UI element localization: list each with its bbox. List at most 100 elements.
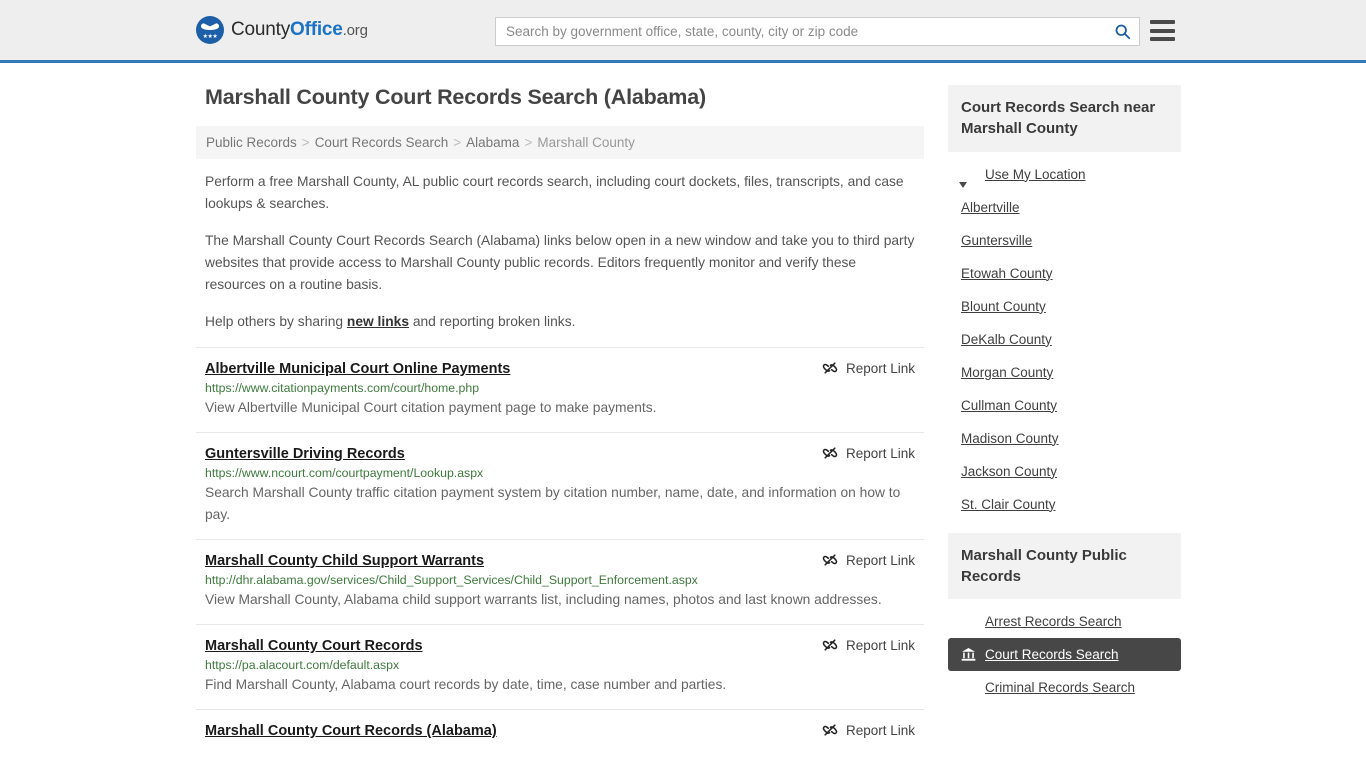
help-prefix: Help others by sharing: [205, 313, 347, 329]
broken-link-icon: [822, 362, 838, 374]
link-title[interactable]: Guntersville Driving Records: [205, 446, 405, 462]
link-description: Search Marshall County traffic citation …: [205, 485, 901, 523]
link-description: View Marshall County, Alabama child supp…: [205, 592, 882, 608]
link-results-list: Albertville Municipal Court Online Payme…: [196, 347, 924, 756]
list-item: Cullman County: [948, 389, 1181, 422]
sidebar: Court Records Search near Marshall Count…: [948, 85, 1181, 716]
report-link-label: Report Link: [845, 445, 915, 461]
report-link-label: Report Link: [845, 722, 915, 738]
report-link-button[interactable]: Report Link: [822, 637, 915, 653]
list-item: Morgan County: [948, 356, 1181, 389]
broken-link-icon: [822, 724, 838, 736]
use-my-location-label: Use My Location: [985, 166, 1086, 182]
nearby-place-link[interactable]: Cullman County: [948, 389, 1181, 422]
nearby-place-link[interactable]: Madison County: [948, 422, 1181, 455]
help-suffix: and reporting broken links.: [409, 313, 576, 329]
list-item: St. Clair County: [948, 488, 1181, 521]
nearby-panel-heading: Court Records Search near Marshall Count…: [948, 85, 1181, 152]
site-header: CountyOffice.org: [0, 0, 1366, 63]
link-title[interactable]: Albertville Municipal Court Online Payme…: [205, 361, 510, 377]
link-item: Marshall County Court Records (Alabama) R…: [196, 709, 924, 756]
search-icon: [1115, 24, 1130, 40]
page-title: Marshall County Court Records Search (Al…: [205, 85, 706, 109]
breadcrumb-separator: >: [301, 135, 310, 150]
nearby-place-label: Jackson County: [961, 463, 1058, 479]
report-link-label: Report Link: [845, 552, 915, 568]
nearby-place-label: Albertville: [961, 199, 1020, 215]
breadcrumb-item[interactable]: Alabama: [466, 135, 519, 150]
nearby-place-label: Cullman County: [961, 397, 1058, 413]
search-button[interactable]: [1105, 18, 1139, 45]
hamburger-bar: [1150, 37, 1175, 41]
nearby-place-label: Etowah County: [961, 265, 1053, 281]
search-bar: [495, 17, 1140, 46]
hamburger-bar: [1150, 28, 1175, 33]
brand-org-text: .org: [342, 22, 368, 39]
list-item: Albertville: [948, 191, 1181, 224]
link-item: Marshall County Child Support Warrants ht…: [196, 539, 924, 624]
brand-county-text: County: [231, 19, 291, 40]
broken-link-icon: [822, 639, 838, 651]
nearby-place-link[interactable]: Albertville: [948, 191, 1181, 224]
public-records-link[interactable]: Arrest Records Search: [948, 605, 1181, 638]
breadcrumb-item[interactable]: Court Records Search: [315, 135, 449, 150]
main-content: Marshall County Court Records Search (Al…: [196, 85, 924, 756]
public-records-label: Court Records Search: [985, 647, 1119, 663]
list-item: Madison County: [948, 422, 1181, 455]
breadcrumb: Public Records > Court Records Search > Alab…: [196, 126, 924, 159]
intro-paragraph-help: Help others by sharing new links and rep…: [196, 311, 924, 333]
breadcrumb-item[interactable]: Public Records: [206, 135, 297, 150]
link-description: Find Marshall County, Alabama court reco…: [205, 677, 727, 693]
public-records-link[interactable]: Criminal Records Search: [948, 671, 1181, 704]
nearby-place-link[interactable]: St. Clair County: [948, 488, 1181, 521]
breadcrumb-separator: >: [524, 135, 533, 150]
nearby-place-link[interactable]: Morgan County: [948, 356, 1181, 389]
nearby-place-link[interactable]: Guntersville: [948, 224, 1181, 257]
page-container: Marshall County Court Records Search (Al…: [196, 63, 1181, 756]
report-link-label: Report Link: [845, 637, 915, 653]
search-input[interactable]: [496, 18, 1105, 45]
link-description: View Albertville Municipal Court citatio…: [205, 400, 657, 416]
nearby-place-link[interactable]: Jackson County: [948, 455, 1181, 488]
intro-text: Perform a free Marshall County, AL publi…: [196, 171, 924, 333]
report-link-button[interactable]: Report Link: [822, 722, 915, 738]
link-item: Guntersville Driving Records https://www.…: [196, 432, 924, 539]
nearby-place-label: St. Clair County: [961, 496, 1056, 512]
county-office-eagle-logo-icon: [196, 16, 224, 44]
link-item: Marshall County Court Records https://pa.…: [196, 624, 924, 709]
hamburger-bar: [1150, 20, 1175, 24]
hamburger-menu-icon[interactable]: [1150, 20, 1175, 41]
report-link-button[interactable]: Report Link: [822, 445, 915, 461]
broken-link-icon: [822, 447, 838, 459]
link-title[interactable]: Marshall County Court Records: [205, 638, 423, 654]
nearby-place-link[interactable]: Etowah County: [948, 257, 1181, 290]
nearby-place-link[interactable]: Blount County: [948, 290, 1181, 323]
list-item: Jackson County: [948, 455, 1181, 488]
link-title[interactable]: Marshall County Court Records (Alabama): [205, 723, 497, 739]
site-logo[interactable]: CountyOffice.org: [196, 16, 368, 44]
breadcrumb-item: Marshall County: [537, 135, 635, 150]
report-link-button[interactable]: Report Link: [822, 552, 915, 568]
report-link-button[interactable]: Report Link: [822, 360, 915, 376]
link-url: https://pa.alacourt.com/default.aspx: [205, 658, 400, 673]
public-records-label: Arrest Records Search: [985, 614, 1122, 630]
brand-wordmark: CountyOffice.org: [231, 19, 368, 41]
list-item: Etowah County: [948, 257, 1181, 290]
public-records-list: Arrest Records Search Court Records Searc…: [948, 599, 1181, 704]
broken-link-icon: [822, 554, 838, 566]
nearby-place-label: Blount County: [961, 298, 1046, 314]
new-links-link[interactable]: new links: [347, 314, 409, 329]
brand-office-text: Office: [290, 19, 343, 40]
nearby-place-label: Guntersville: [961, 232, 1033, 248]
nearby-place-label: Madison County: [961, 430, 1059, 446]
public-records-link[interactable]: Court Records Search: [948, 638, 1181, 672]
nearby-place-link[interactable]: DeKalb County: [948, 323, 1181, 356]
nearby-place-label: Morgan County: [961, 364, 1054, 380]
use-my-location-link[interactable]: Use My Location: [948, 158, 1181, 191]
nearby-place-label: DeKalb County: [961, 331, 1052, 347]
list-item: Arrest Records Search: [948, 605, 1181, 638]
nearby-search-panel: Court Records Search near Marshall Count…: [948, 85, 1181, 521]
intro-paragraph-2: The Marshall County Court Records Search…: [205, 232, 915, 293]
link-title[interactable]: Marshall County Child Support Warrants: [205, 553, 484, 569]
list-item: Use My Location: [948, 158, 1181, 191]
